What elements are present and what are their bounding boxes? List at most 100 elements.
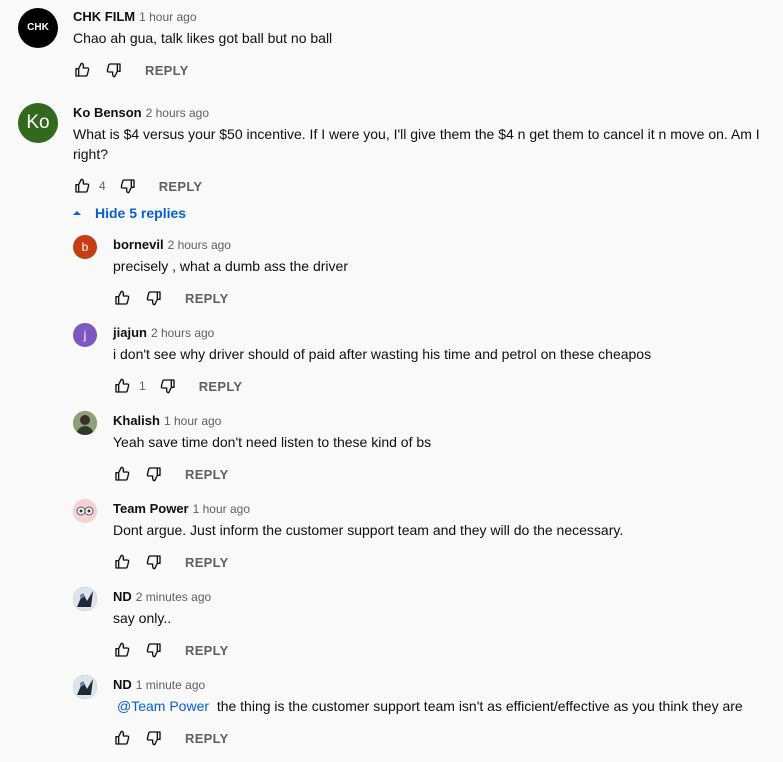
caret-up-icon [73,211,81,215]
like-button[interactable] [112,552,132,572]
author-name[interactable]: bornevil [113,237,164,252]
comment-time[interactable]: 2 hours ago [146,106,209,120]
dislike-button[interactable] [144,288,164,308]
comment-text: say only.. [113,610,172,626]
author-name[interactable]: Ko Benson [73,105,142,120]
dislike-button[interactable] [144,640,164,660]
avatar-initials: b [81,240,89,254]
mention-link[interactable]: @Team Power [117,698,209,714]
like-button[interactable] [112,640,132,660]
avatar[interactable]: j [73,323,97,347]
reply-button[interactable]: REPLY [185,467,229,482]
avatar[interactable]: CHK [18,8,58,48]
reply-button[interactable]: REPLY [185,555,229,570]
dislike-button[interactable] [144,728,164,748]
comment-header: jiajun 2 hours ago [113,325,214,340]
like-button[interactable] [112,288,132,308]
comment-header: ND 2 minutes ago [113,589,211,604]
thumbs-up-icon [115,290,130,305]
thumbs-up-icon [115,642,130,657]
comment-time[interactable]: 1 hour ago [139,10,196,24]
dislike-button[interactable] [158,376,178,396]
avatar[interactable]: b [73,235,97,259]
comment-header: CHK FILM 1 hour ago [73,9,197,24]
hide-replies-button[interactable]: Hide 5 replies [71,205,186,221]
thumbs-up-icon [75,178,90,193]
comment-header: Ko Benson 2 hours ago [73,105,209,120]
thumbs-up-icon [115,378,130,393]
thumbs-up-icon [115,466,130,481]
comment-text-body: the thing is the customer support team i… [216,698,743,714]
thumbs-down-icon [106,63,121,78]
author-name[interactable]: jiajun [113,325,147,340]
thumbs-down-icon [146,467,161,482]
comment-text: i don't see why driver should of paid af… [113,346,652,362]
comment-text: @Team Power the thing is the customer su… [113,696,773,716]
channel-logo-text: CHK [27,22,49,33]
comment-time[interactable]: 1 minute ago [136,678,205,692]
author-name[interactable]: Team Power [113,501,189,516]
action-bar: REPLY [112,640,229,660]
thumbs-down-icon [146,555,161,570]
avatar-initials: Ko [26,112,50,133]
avatar-photo [73,499,97,523]
action-bar: 1 REPLY [112,376,242,396]
avatar-photo [73,587,97,611]
author-name[interactable]: CHK FILM [73,9,135,24]
like-button[interactable] [112,728,132,748]
reply-button[interactable]: REPLY [199,379,243,394]
comment-header: Khalish 1 hour ago [113,413,221,428]
hide-replies-label: Hide 5 replies [95,205,187,221]
comment-time[interactable]: 1 hour ago [193,502,250,516]
thumbs-up-icon [115,730,130,745]
author-name[interactable]: Khalish [113,413,160,428]
comment-text: Yeah save time don't need listen to thes… [113,434,432,450]
reply-button[interactable]: REPLY [185,731,229,746]
action-bar: REPLY [112,288,229,308]
like-button[interactable] [72,60,92,80]
comment-text: Chao ah gua, talk likes got ball but no … [73,30,333,46]
like-count: 1 [139,379,146,393]
thumbs-down-icon [146,731,161,746]
comment-text: precisely , what a dumb ass the driver [113,258,348,274]
action-bar: 4 REPLY [72,176,202,196]
like-button[interactable] [72,176,92,196]
comment-time[interactable]: 2 hours ago [168,238,231,252]
thumbs-down-icon [120,179,135,194]
avatar[interactable]: Ko [18,103,58,143]
reply-button[interactable]: REPLY [185,643,229,658]
author-name[interactable]: ND [113,677,132,692]
action-bar: REPLY [112,464,229,484]
thumbs-down-icon [160,379,175,394]
reply-button[interactable]: REPLY [159,179,203,194]
avatar[interactable] [73,499,97,523]
like-button[interactable] [112,376,132,396]
comment-time[interactable]: 1 hour ago [164,414,221,428]
comment-text: Dont argue. Just inform the customer sup… [113,522,624,538]
author-name[interactable]: ND [113,589,132,604]
comment-header: Team Power 1 hour ago [113,501,250,516]
like-count: 4 [99,179,106,193]
avatar[interactable] [73,587,97,611]
reply-button[interactable]: REPLY [185,291,229,306]
comment-time[interactable]: 2 minutes ago [136,590,211,604]
dislike-button[interactable] [144,464,164,484]
comment-text: What is $4 versus your $50 incentive. If… [73,126,760,162]
avatar-photo [73,675,97,699]
dislike-button[interactable] [118,176,138,196]
comment-time[interactable]: 2 hours ago [151,326,214,340]
avatar[interactable] [73,411,97,435]
reply-button[interactable]: REPLY [145,63,189,78]
comment-header: ND 1 minute ago [113,677,205,692]
thumbs-down-icon [146,643,161,658]
like-button[interactable] [112,464,132,484]
dislike-button[interactable] [144,552,164,572]
thumbs-down-icon [146,291,161,306]
thumbs-up-icon [115,554,130,569]
dislike-button[interactable] [104,60,124,80]
avatar[interactable] [73,675,97,699]
comment-header: bornevil 2 hours ago [113,237,231,252]
action-bar: REPLY [112,728,229,748]
avatar-initials: j [83,328,87,342]
thumbs-up-icon [75,62,90,77]
